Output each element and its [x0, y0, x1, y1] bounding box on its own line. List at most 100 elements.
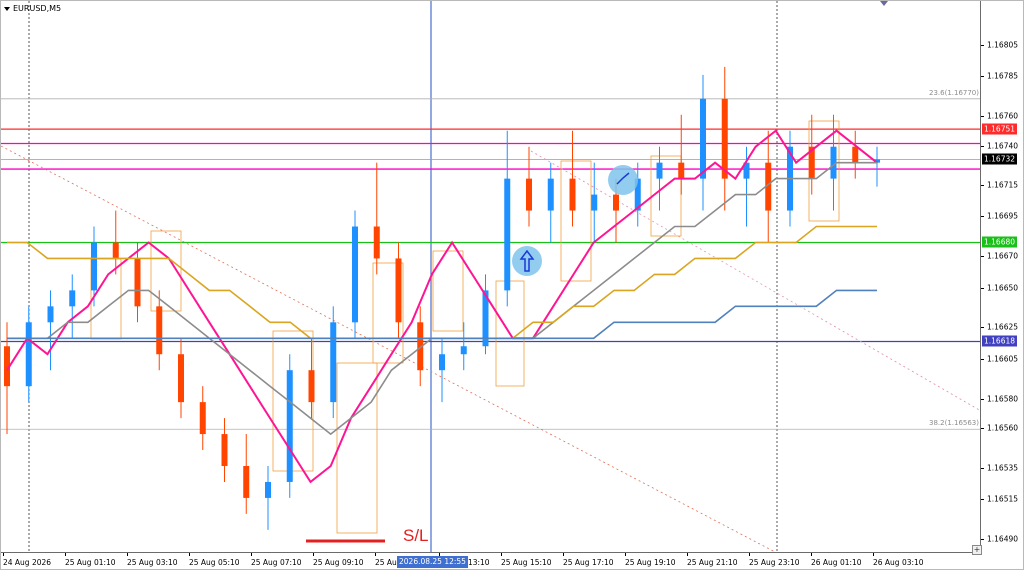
candle — [678, 114, 685, 195]
symbol-label: EURUSD,M5 — [13, 4, 62, 13]
price-tick — [981, 45, 984, 46]
price-label: 1.16580 — [987, 394, 1019, 404]
price-tick — [981, 359, 984, 360]
candle — [547, 162, 554, 243]
price-label: 1.16625 — [987, 322, 1019, 332]
price-tick — [981, 499, 984, 500]
price-tag: 1.16751 — [982, 123, 1018, 135]
time-tick — [439, 553, 440, 556]
time-label: 25 Aug 17:10 — [563, 558, 614, 567]
candle-body — [678, 162, 685, 179]
chart-canvas[interactable] — [0, 1, 982, 554]
range-box — [272, 330, 314, 472]
candle — [112, 210, 119, 275]
time-tick — [375, 553, 376, 556]
candle — [504, 130, 511, 307]
candle-body — [134, 258, 141, 307]
price-label: 1.16805 — [987, 40, 1019, 50]
candle — [286, 354, 293, 498]
price-tick — [981, 539, 984, 540]
candle — [69, 274, 76, 339]
candle — [808, 114, 815, 195]
time-label: 25 Aug 19:10 — [625, 558, 676, 567]
candle-body — [47, 306, 54, 323]
candle — [700, 74, 706, 211]
shift-marker-icon[interactable] — [880, 1, 888, 6]
price-tick — [981, 288, 984, 289]
time-label: 26 Aug 01:10 — [811, 558, 862, 567]
time-label: 25 Aug 03:10 — [127, 558, 178, 567]
price-tick — [981, 116, 984, 117]
candle — [308, 338, 315, 419]
chevron-down-icon[interactable] — [4, 6, 10, 11]
candle — [134, 242, 141, 323]
fibonacci-label: 38.2(1.16563) — [929, 419, 979, 428]
candle-body — [221, 434, 228, 466]
candle — [526, 146, 532, 227]
price-chart-area[interactable]: EURUSD,M5 23.6(1.16770) 38.2(1.16563) S/L… — [0, 1, 982, 555]
candle-body — [178, 354, 184, 403]
candle — [460, 322, 467, 371]
price-label: 1.16715 — [987, 180, 1019, 190]
candle-body — [199, 402, 206, 435]
price-label: 1.16650 — [987, 283, 1019, 293]
candle — [721, 66, 728, 211]
trendline-down — [0, 145, 778, 554]
price-tick — [981, 468, 984, 469]
candle-body — [852, 146, 859, 163]
candle — [874, 146, 880, 187]
range-box — [560, 160, 592, 282]
price-tick — [981, 428, 984, 429]
time-label: 25 Aug 01:10 — [65, 558, 116, 567]
candle-body — [591, 194, 598, 211]
price-label: 1.16740 — [987, 141, 1019, 151]
price-label: 1.16560 — [987, 423, 1019, 433]
candle — [25, 306, 32, 403]
time-tick — [251, 553, 252, 556]
candle — [221, 418, 228, 482]
symbol-title[interactable]: EURUSD,M5 — [4, 4, 61, 13]
candle-body — [721, 98, 728, 179]
price-label: 1.16535 — [987, 463, 1019, 473]
candle-body — [656, 162, 663, 179]
fibonacci-label: 23.6(1.16770) — [929, 88, 979, 97]
price-tag: 1.16680 — [982, 236, 1018, 248]
time-axis[interactable]: 24 Aug 2026 25 Aug 01:10 25 Aug 03:10 25 Au… — [1, 553, 981, 571]
candle — [395, 242, 402, 339]
candle-body — [460, 346, 467, 355]
price-axis[interactable]: 1.16805 1.16785 1.16760 1.16740 1.16715 1.166… — [981, 1, 1024, 553]
time-tick — [65, 553, 66, 556]
candle — [199, 386, 206, 451]
candle-body — [547, 178, 554, 211]
time-tick — [873, 553, 874, 556]
candle — [156, 290, 163, 371]
price-label: 1.16760 — [987, 111, 1019, 121]
time-label: 25 Aug 23:10 — [749, 558, 800, 567]
time-tick — [313, 553, 314, 556]
candle — [243, 434, 250, 514]
time-tick — [127, 553, 128, 556]
candle — [439, 338, 445, 403]
price-tick — [981, 399, 984, 400]
candle — [47, 290, 54, 371]
candle-body — [330, 322, 337, 403]
time-label: 25 Aug 05:10 — [189, 558, 240, 567]
candle — [330, 306, 337, 419]
trendline-secondary — [530, 150, 982, 412]
price-tick — [981, 327, 984, 328]
price-label: 1.16515 — [987, 494, 1019, 504]
signal-marker-icon — [608, 165, 638, 195]
time-tick — [501, 553, 502, 556]
signal-circle — [608, 165, 638, 195]
price-label: 1.16785 — [987, 71, 1019, 81]
candle-body — [352, 226, 358, 323]
price-tag: 1.16732 — [982, 153, 1018, 165]
price-tick — [981, 216, 984, 217]
time-label: 25 Aug 07:10 — [251, 558, 302, 567]
candle-body — [373, 226, 380, 259]
candle — [591, 162, 598, 243]
time-label: 26 Aug 03:10 — [873, 558, 924, 567]
range-box — [432, 250, 464, 332]
price-label: 1.16670 — [987, 251, 1019, 261]
range-boxes — [90, 120, 840, 543]
